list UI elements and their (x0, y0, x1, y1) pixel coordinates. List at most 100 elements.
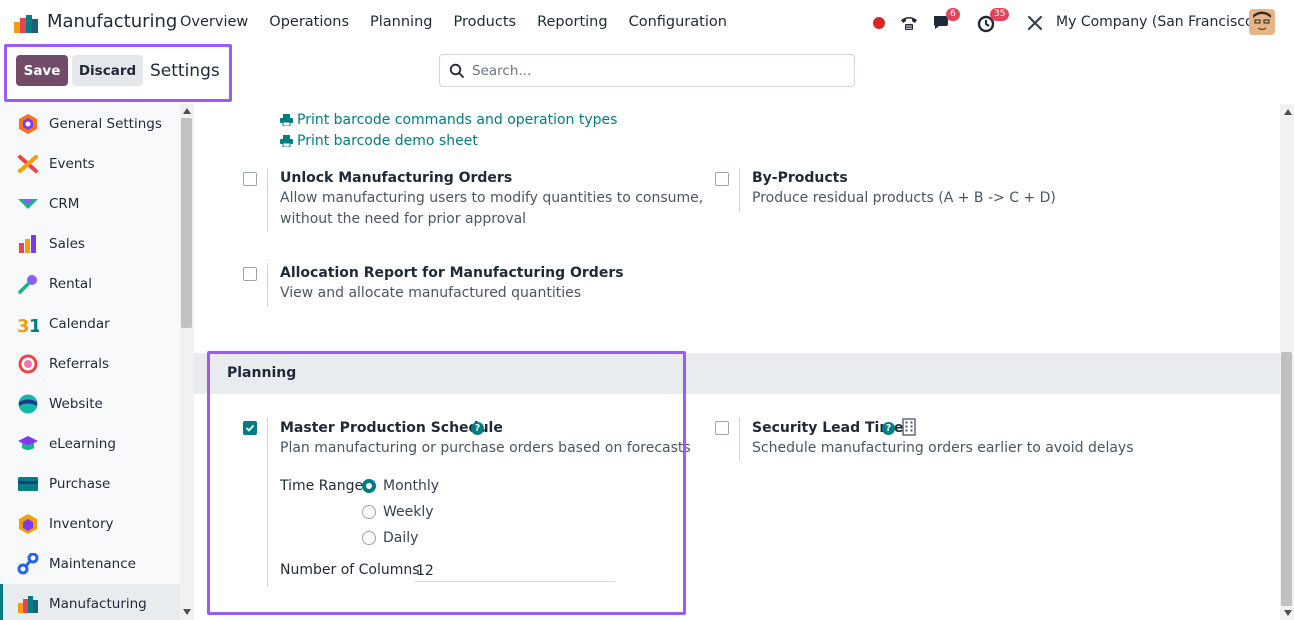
menu-reporting[interactable]: Reporting (537, 14, 608, 30)
menu-overview[interactable]: Overview (180, 14, 248, 30)
events-icon (18, 155, 38, 173)
time-range-weekly-radio[interactable] (362, 505, 376, 519)
phone-icon (901, 17, 917, 30)
settings-content: Print barcode commands and operation typ… (194, 104, 1280, 620)
maintenance-icon (17, 553, 39, 575)
sidebar-item-sales[interactable]: Sales (0, 224, 180, 264)
security-lead-time-checkbox[interactable] (715, 421, 729, 435)
sidebar-item-referrals[interactable]: Referrals (0, 344, 180, 384)
menu-operations[interactable]: Operations (269, 14, 349, 30)
messages-badge: 6 (946, 8, 960, 21)
allocation-report-desc: View and allocate manufactured quantitie… (280, 285, 582, 301)
byproducts-title: By-Products (752, 170, 848, 186)
mps-checkbox[interactable] (243, 421, 257, 435)
printer-icon (280, 114, 293, 126)
company-switcher[interactable]: My Company (San Francisco) (1056, 14, 1259, 30)
sidebar-item-label: Events (49, 156, 95, 172)
sidebar-item-general-settings[interactable]: General Settings (0, 104, 180, 144)
time-range-monthly-label[interactable]: Monthly (383, 478, 439, 494)
search-icon (449, 63, 464, 78)
sidebar-item-rental[interactable]: Rental (0, 264, 180, 304)
security-lead-time-desc: Schedule manufacturing orders earlier to… (752, 440, 1134, 456)
mps-help-icon[interactable]: ? (471, 422, 484, 435)
mps-title: Master Production Schedule (280, 420, 503, 436)
main-menu: Overview Operations Planning Products Re… (180, 14, 748, 30)
sidebar-item-manufacturing[interactable]: Manufacturing (0, 584, 180, 620)
number-of-columns-input[interactable] (415, 560, 615, 582)
sidebar-item-purchase[interactable]: Purchase (0, 464, 180, 504)
purchase-icon (18, 477, 38, 491)
allocation-report-checkbox[interactable] (243, 267, 257, 281)
print-barcode-commands-link[interactable]: Print barcode commands and operation typ… (280, 112, 617, 128)
security-lead-time-help-icon[interactable]: ? (882, 422, 895, 435)
time-range-daily-radio[interactable] (362, 531, 376, 545)
planning-section-header: Planning (194, 353, 1280, 394)
messages-button[interactable]: 6 (932, 8, 962, 36)
time-range-weekly-label[interactable]: Weekly (383, 504, 434, 520)
content-scrollbar-thumb[interactable] (1281, 352, 1292, 606)
sales-icon (19, 235, 36, 253)
unlock-mo-checkbox[interactable] (243, 172, 257, 186)
sidebar-item-label: CRM (49, 196, 80, 212)
menu-products[interactable]: Products (453, 14, 516, 30)
settings-sidebar: General Settings Events CRM Sales Rental (0, 104, 180, 620)
sidebar-item-label: eLearning (49, 436, 116, 452)
sidebar-item-website[interactable]: Website (0, 384, 180, 424)
manufacturing-app-icon[interactable] (14, 13, 38, 33)
scroll-down-icon[interactable] (182, 608, 192, 616)
byproducts-checkbox[interactable] (715, 172, 729, 186)
number-of-columns-label: Number of Columns (280, 562, 420, 578)
tools-icon (1027, 15, 1043, 31)
sidebar-item-elearning[interactable]: eLearning (0, 424, 180, 464)
company-building-icon (902, 418, 916, 436)
sidebar-item-inventory[interactable]: Inventory (0, 504, 180, 544)
sidebar-item-label: Maintenance (49, 556, 136, 572)
svg-text:3: 3 (17, 316, 30, 335)
scroll-up-icon[interactable] (182, 107, 192, 115)
unlock-mo-title: Unlock Manufacturing Orders (280, 170, 513, 186)
sidebar-item-label: Manufacturing (49, 596, 147, 612)
setting-divider (267, 168, 268, 232)
app-name[interactable]: Manufacturing (47, 11, 177, 32)
setting-divider (267, 263, 268, 307)
activities-badge: 35 (990, 8, 1010, 21)
menu-configuration[interactable]: Configuration (629, 14, 727, 30)
svg-text:1: 1 (29, 316, 39, 335)
link-label: Print barcode demo sheet (297, 133, 478, 149)
security-lead-time-title: Security Lead Time (752, 420, 904, 436)
search-input[interactable] (472, 61, 842, 81)
top-navbar: Manufacturing Overview Operations Planni… (0, 0, 1294, 46)
website-icon (18, 394, 38, 414)
debug-tools-button[interactable] (1025, 10, 1045, 36)
time-range-daily-label[interactable]: Daily (383, 530, 418, 546)
general-settings-icon (19, 114, 37, 134)
setting-divider (739, 417, 740, 461)
section-title: Planning (227, 365, 297, 381)
phone-button[interactable] (898, 10, 920, 36)
activities-button[interactable]: 35 (977, 8, 1013, 36)
sidebar-item-label: Inventory (49, 516, 114, 532)
search-bar[interactable] (439, 54, 855, 87)
user-avatar[interactable] (1249, 9, 1275, 35)
recording-indicator[interactable] (872, 10, 886, 36)
check-icon (245, 424, 255, 432)
time-range-monthly-radio[interactable] (362, 479, 376, 493)
referrals-icon (18, 354, 38, 374)
mps-desc: Plan manufacturing or purchase orders ba… (280, 440, 691, 456)
print-barcode-demo-link[interactable]: Print barcode demo sheet (280, 133, 478, 149)
time-range-label: Time Range (280, 478, 364, 494)
scroll-up-icon[interactable] (1283, 108, 1293, 116)
sidebar-item-maintenance[interactable]: Maintenance (0, 544, 180, 584)
sidebar-item-label: General Settings (49, 116, 162, 132)
byproducts-desc: Produce residual products (A + B -> C + … (752, 190, 1056, 206)
sidebar-item-label: Purchase (49, 476, 111, 492)
sidebar-item-events[interactable]: Events (0, 144, 180, 184)
sidebar-item-crm[interactable]: CRM (0, 184, 180, 224)
rental-icon (18, 275, 37, 294)
menu-planning[interactable]: Planning (370, 14, 432, 30)
scroll-down-icon[interactable] (1283, 609, 1293, 617)
elearning-icon (18, 436, 38, 450)
sidebar-scrollbar-thumb[interactable] (181, 118, 192, 328)
sidebar-item-calendar[interactable]: 3 1 Calendar (0, 304, 180, 344)
link-label: Print barcode commands and operation typ… (297, 112, 618, 128)
